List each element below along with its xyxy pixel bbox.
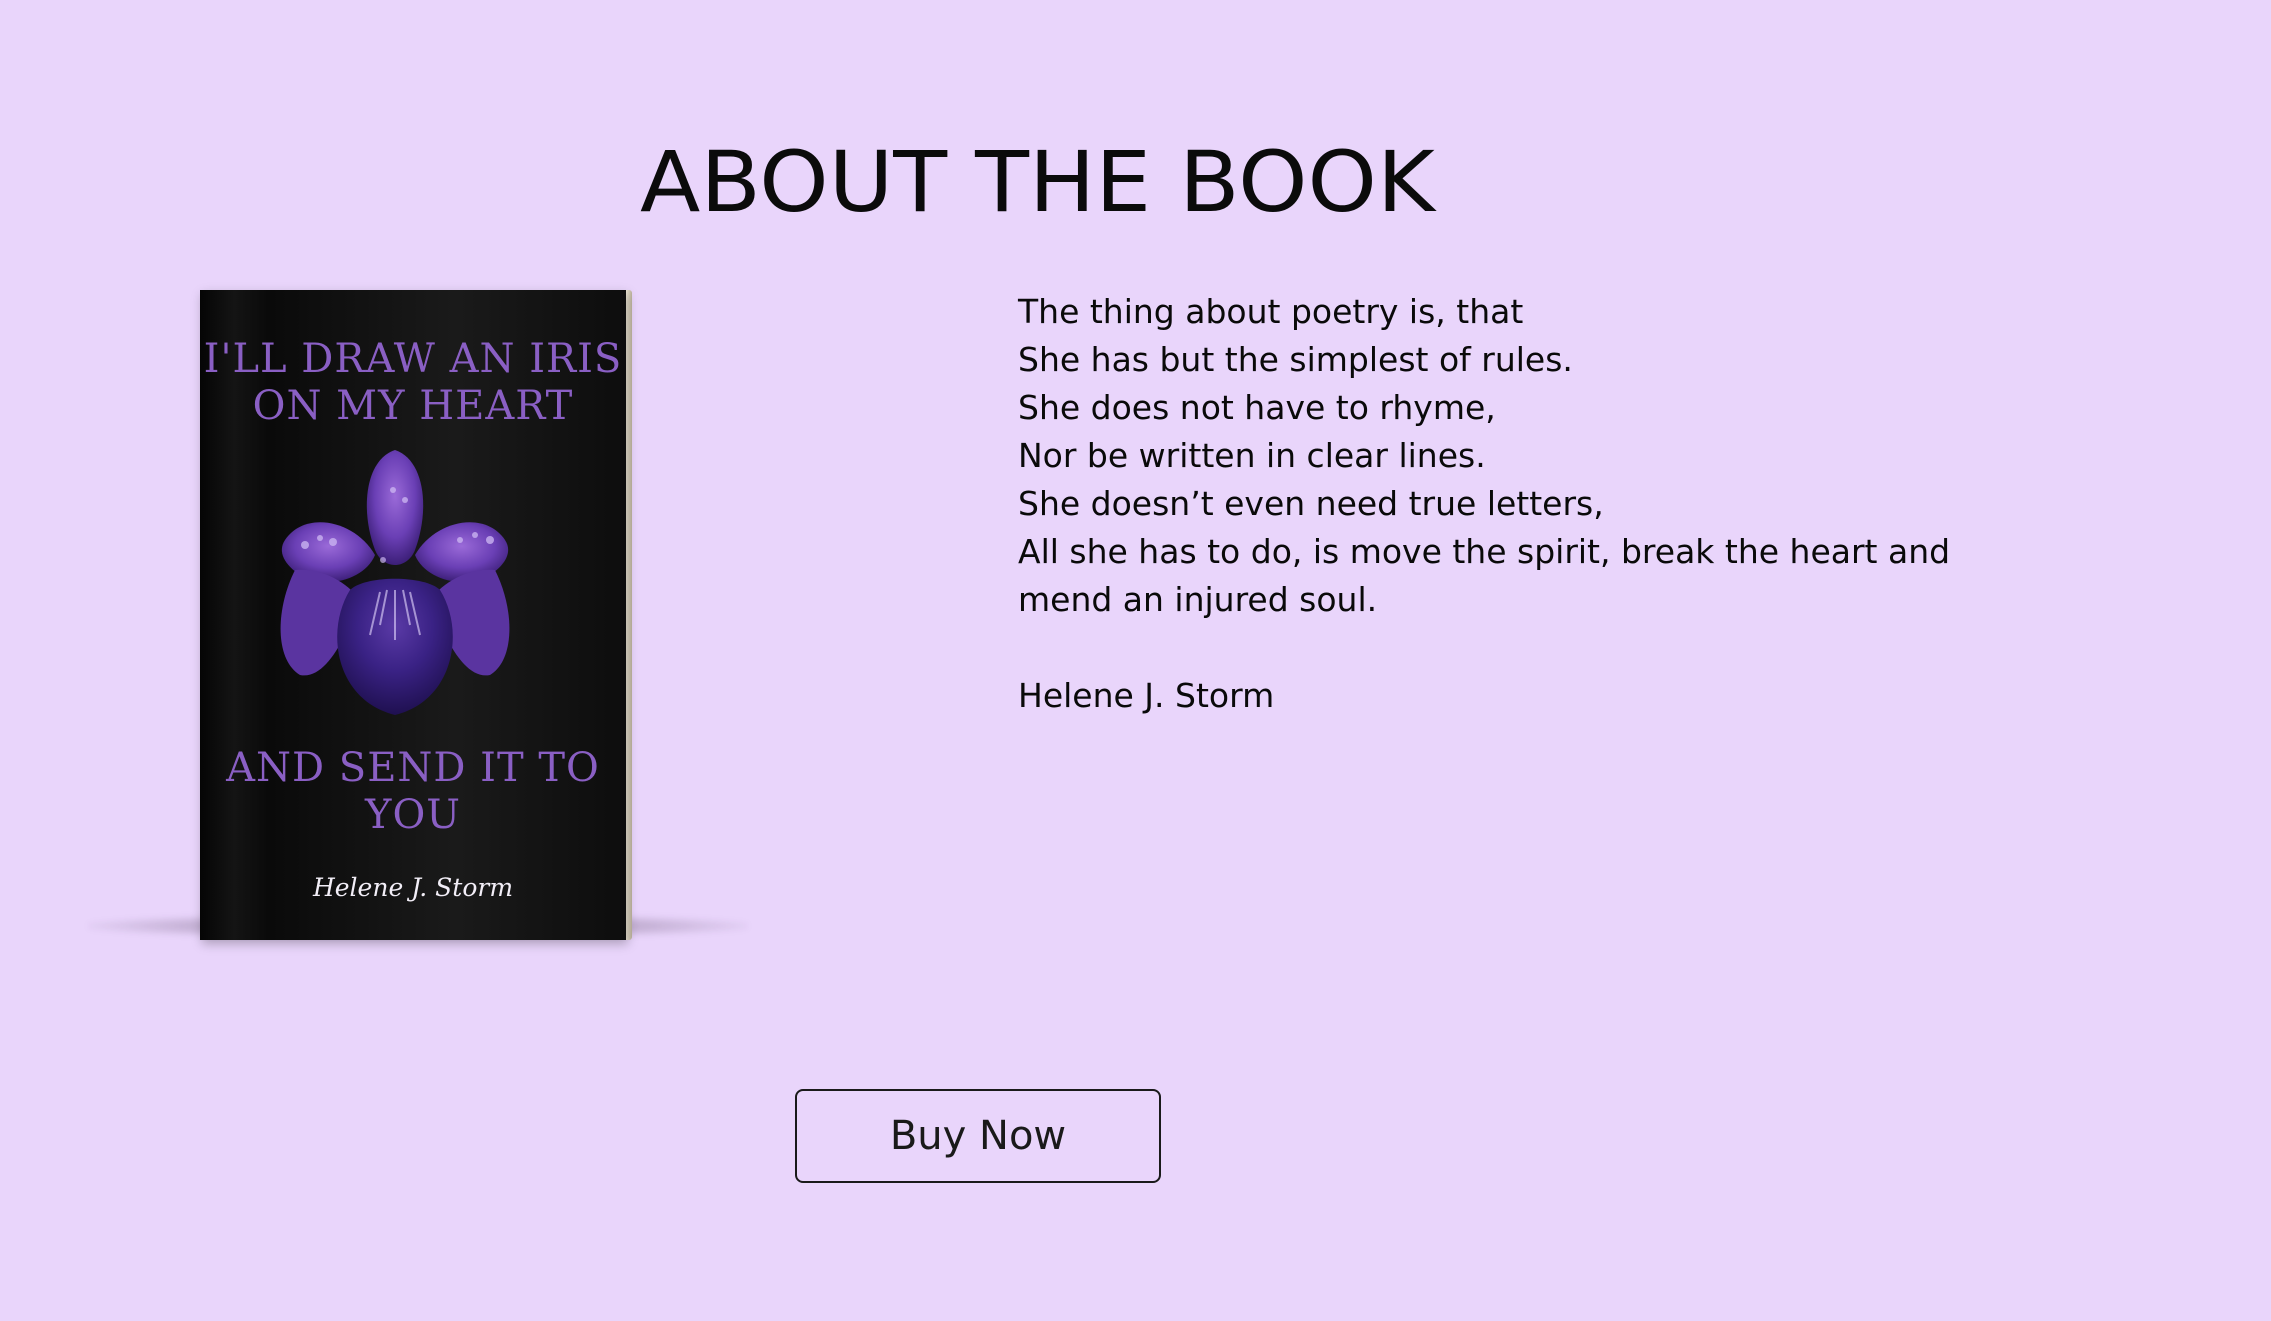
book-cover: I'LL DRAW AN IRIS ON MY HEART AND SEND I…	[200, 290, 626, 940]
poem-author: Helene J. Storm	[1018, 676, 1275, 715]
cover-title-line: YOU	[365, 792, 461, 838]
cover-title-line: AND SEND IT TO	[226, 745, 600, 791]
cover-title-line: ON MY HEART	[252, 383, 574, 429]
buy-now-button[interactable]: Buy Now	[795, 1089, 1161, 1183]
cover-title-top: I'LL DRAW AN IRIS ON MY HEART	[200, 336, 626, 430]
cover-title-bottom: AND SEND IT TO YOU	[200, 745, 626, 839]
poem-line: She doesn’t even need true letters,	[1018, 484, 1604, 523]
book-mockup: I'LL DRAW AN IRIS ON MY HEART AND SEND I…	[80, 280, 748, 960]
poem-text: The thing about poetry is, that She has …	[1018, 288, 1951, 720]
poem-line: She has but the simplest of rules.	[1018, 340, 1573, 379]
cover-author: Helene J. Storm	[312, 873, 514, 902]
iris-flower-image	[280, 450, 510, 715]
cover-title-line: I'LL DRAW AN IRIS	[203, 336, 623, 382]
poem-line: She does not have to rhyme,	[1018, 388, 1496, 427]
poem-line: mend an injured soul.	[1018, 580, 1378, 619]
poem-line: Nor be written in clear lines.	[1018, 436, 1486, 475]
section-title: ABOUT THE BOOK	[640, 133, 1435, 231]
poem-line: The thing about poetry is, that	[1018, 292, 1524, 331]
poem-line: All she has to do, is move the spirit, b…	[1018, 532, 1951, 571]
